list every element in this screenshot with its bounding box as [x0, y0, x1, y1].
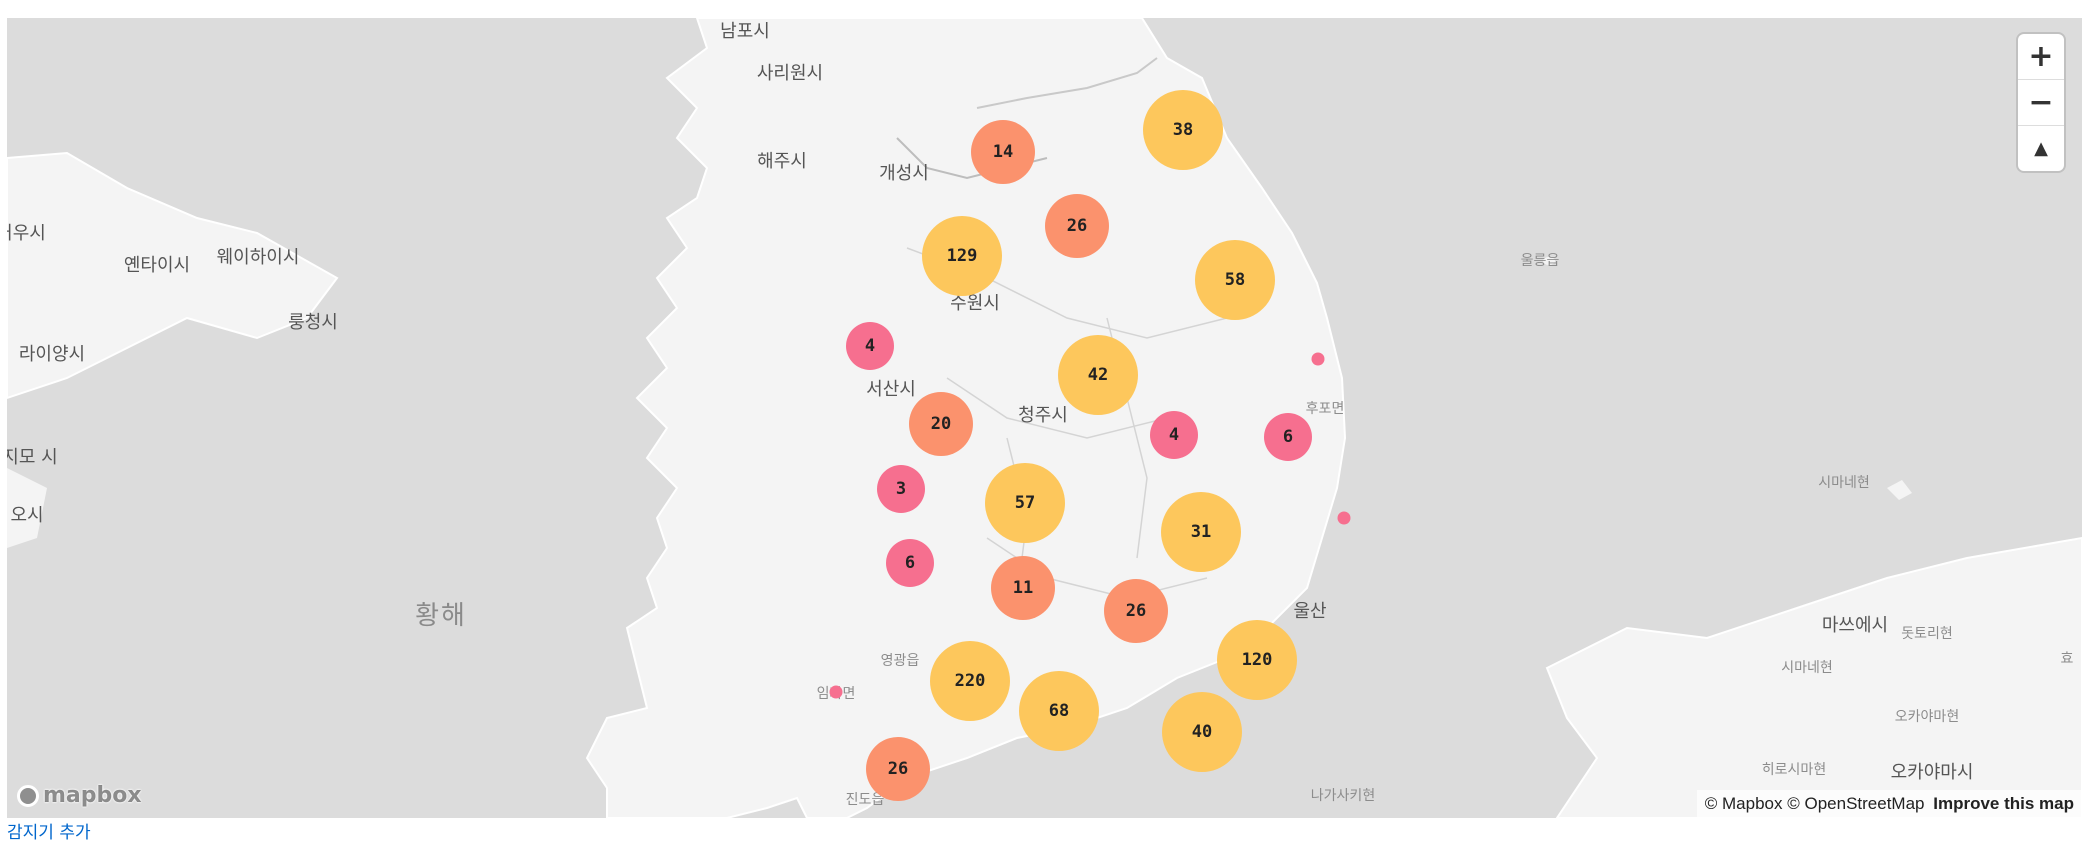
- cluster-marker[interactable]: 6: [886, 539, 934, 587]
- navigation-control: + − ▲: [2018, 34, 2064, 171]
- mapbox-attribution-link[interactable]: © Mapbox: [1705, 794, 1783, 813]
- cluster-marker[interactable]: 4: [1150, 411, 1198, 459]
- place-label: 서산시: [866, 379, 916, 400]
- single-point-marker[interactable]: [1311, 352, 1325, 366]
- place-label: 웨이하이시: [216, 247, 300, 268]
- zoom-out-button[interactable]: −: [2018, 80, 2064, 126]
- place-label: 남포시: [720, 21, 770, 42]
- place-label: 사리원시: [756, 63, 824, 84]
- single-point-marker[interactable]: [829, 685, 843, 699]
- cluster-marker[interactable]: 58: [1195, 240, 1275, 320]
- place-label: 옌타이시: [123, 255, 191, 276]
- place-label: 돗토리현: [1901, 626, 1953, 642]
- place-label: 청주시: [1018, 405, 1068, 426]
- zoom-in-button[interactable]: +: [2018, 34, 2064, 80]
- cluster-marker[interactable]: 120: [1217, 620, 1297, 700]
- place-label: 나가사키현: [1310, 788, 1376, 804]
- compass-button[interactable]: ▲: [2018, 126, 2064, 171]
- cluster-marker[interactable]: 26: [1104, 579, 1168, 643]
- cluster-marker[interactable]: 4: [846, 322, 894, 370]
- cluster-marker[interactable]: 68: [1019, 671, 1099, 751]
- place-label: 라이양시: [18, 344, 86, 365]
- cluster-marker[interactable]: 6: [1264, 413, 1312, 461]
- osm-attribution-link[interactable]: © OpenStreetMap: [1787, 794, 1924, 813]
- place-label: 울산: [1293, 601, 1327, 622]
- place-label: 해주시: [757, 151, 807, 172]
- place-label: 개성시: [879, 163, 929, 184]
- cluster-marker[interactable]: 42: [1058, 335, 1138, 415]
- cluster-marker[interactable]: 40: [1162, 692, 1242, 772]
- mapbox-logo-icon: [17, 784, 39, 807]
- place-label: 지모 시: [7, 447, 58, 468]
- place-label: 시마네현: [1781, 660, 1833, 676]
- cluster-marker[interactable]: 11: [991, 556, 1055, 620]
- map-canvas[interactable]: 남포시사리원시해주시개성시수원시서산시청주시울산후포면울릉읍영광읍임자면진도읍나…: [7, 18, 2082, 818]
- sea-label: 황해: [415, 601, 467, 631]
- compass-icon: ▲: [2034, 138, 2048, 159]
- place-label: 오카야마시: [1890, 762, 1974, 783]
- cluster-marker[interactable]: 57: [985, 463, 1065, 543]
- place-label: 커우시: [7, 223, 46, 244]
- cluster-marker[interactable]: 14: [971, 120, 1035, 184]
- cluster-marker[interactable]: 20: [909, 392, 973, 456]
- place-label: 오카야마현: [1894, 709, 1960, 725]
- cluster-marker[interactable]: 220: [930, 641, 1010, 721]
- oki-island: [1887, 480, 1912, 500]
- mapbox-logo[interactable]: mapbox: [17, 783, 142, 808]
- place-label: 마쓰에시: [1821, 615, 1889, 636]
- place-label: 수원시: [950, 293, 1000, 314]
- place-label: 효: [2060, 651, 2074, 667]
- add-sensor-link[interactable]: 감지기 추가: [7, 818, 91, 843]
- place-label: 영광읍: [880, 653, 920, 669]
- place-label: 후포면: [1305, 401, 1345, 417]
- cluster-marker[interactable]: 31: [1161, 492, 1241, 572]
- cluster-marker[interactable]: 26: [866, 737, 930, 801]
- cluster-marker[interactable]: 38: [1143, 90, 1223, 170]
- place-label: 히로시마현: [1761, 762, 1827, 778]
- single-point-marker[interactable]: [1337, 511, 1351, 525]
- mapbox-logo-text: mapbox: [43, 783, 142, 808]
- attribution: © Mapbox © OpenStreetMap Improve this ma…: [1696, 790, 2082, 818]
- place-label: 오시: [10, 505, 44, 526]
- cluster-marker[interactable]: 129: [922, 216, 1002, 296]
- place-label: 울릉읍: [1520, 253, 1560, 269]
- cluster-marker[interactable]: 26: [1045, 194, 1109, 258]
- cluster-marker[interactable]: 3: [877, 465, 925, 513]
- place-label: 시마네현: [1818, 475, 1870, 491]
- improve-map-link[interactable]: Improve this map: [1933, 794, 2074, 813]
- place-label: 룽청시: [288, 312, 338, 333]
